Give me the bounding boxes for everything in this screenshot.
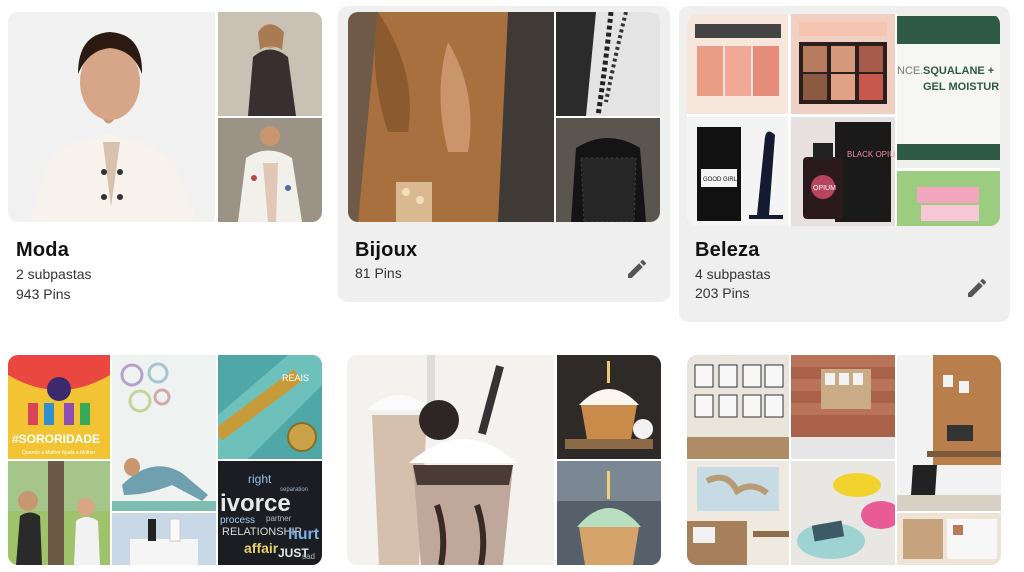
board-cover[interactable]: SQUALANE + GEL MOISTUR NCE. GOOD GIRL BL… [687,14,1000,226]
right-text: right [248,472,272,486]
board-cover[interactable] [687,355,1001,565]
cover-image-cake-topper [112,513,216,565]
pencil-icon[interactable] [965,276,989,300]
board-subfolder-count: 2 subpastas [16,266,92,282]
cover-image-word-cloud: ivorce right separation process partner … [218,461,322,565]
cover-image-top-right [218,12,322,116]
cover-image-bottom-right [556,118,660,222]
board-cover[interactable] [8,12,322,222]
cover-image-top-right: SQUALANE + GEL MOISTUR NCE. [897,14,1000,168]
squalane-text: SQUALANE + [923,65,994,77]
cover-image-bottom-left: GOOD GIRL [687,117,788,226]
cover-image-desk-room [897,355,1001,511]
gel-text: GEL MOISTUR [923,81,999,93]
board-pin-count: 943 Pins [16,286,71,302]
cover-image-tree-couple [8,461,110,565]
board-title[interactable]: Moda [16,239,69,262]
cover-image-cupcake-green [557,461,661,565]
cover-image-bottom-right [218,118,322,222]
cover-image-cupcake-candle [557,355,661,459]
good-girl-text: GOOD GIRL [703,177,738,183]
board-desserts[interactable] [347,355,663,567]
cover-image-top-left [687,14,788,114]
board-title[interactable]: Bijoux [355,239,417,262]
cover-image-yoga [112,355,216,511]
divorce-text: ivorce [220,490,291,517]
cover-image-brick-wall [791,355,895,459]
board-cover[interactable] [348,12,660,222]
board-pin-count: 81 Pins [355,265,402,281]
cover-image-map-office [687,461,789,565]
opium-text: OPIUM [813,185,836,192]
board-subfolder-count: 4 subpastas [695,266,771,282]
cover-image-sororidade: #SORORIDADE Quando a Mulher Ajuda a Mulh… [8,355,110,459]
cover-image-main [8,12,215,222]
cover-image-top-right [556,12,660,116]
board-title[interactable]: Beleza [695,239,760,262]
cover-image-money: REAIS [218,355,322,459]
cover-image-top-middle [791,14,895,114]
board-home-office[interactable] [687,355,1003,567]
cover-image-bottom-middle: BLACK OPIUM OPIUM [791,117,895,226]
cover-image-rugs [791,461,895,565]
cover-image-main [348,12,554,222]
sad-text: sad [302,552,315,561]
pencil-icon[interactable] [625,257,649,281]
sororidade-subtext: Quando a Mulher Ajuda a Mulher [22,450,96,456]
partner-text: partner [266,514,292,523]
process-text: process [220,515,255,526]
board-pin-count: 203 Pins [695,285,750,301]
board-relationships[interactable]: #SORORIDADE Quando a Mulher Ajuda a Mulh… [8,355,324,567]
separation-text: separation [280,487,308,493]
reais-text: REAIS [282,373,309,383]
black-opium-text: BLACK OPIUM [847,150,895,159]
board-beleza[interactable]: SQUALANE + GEL MOISTUR NCE. GOOD GIRL BL… [679,6,1010,322]
cover-image-milkshake [347,355,554,565]
board-cover[interactable]: #SORORIDADE Quando a Mulher Ajuda a Mulh… [8,355,322,565]
cover-image-shelves [897,513,1001,565]
cover-image-gallery-wall [687,355,789,459]
board-bijoux[interactable]: Bijoux 81 Pins [338,6,670,302]
hurt-text: hurt [288,526,320,543]
nce-text: NCE. [897,65,923,77]
sororidade-text: #SORORIDADE [12,432,100,446]
affair-text: affair [244,540,279,556]
cover-image-bottom-right [897,171,1000,226]
board-cover[interactable] [347,355,661,565]
board-moda[interactable]: Moda 2 subpastas 943 Pins [8,12,324,312]
